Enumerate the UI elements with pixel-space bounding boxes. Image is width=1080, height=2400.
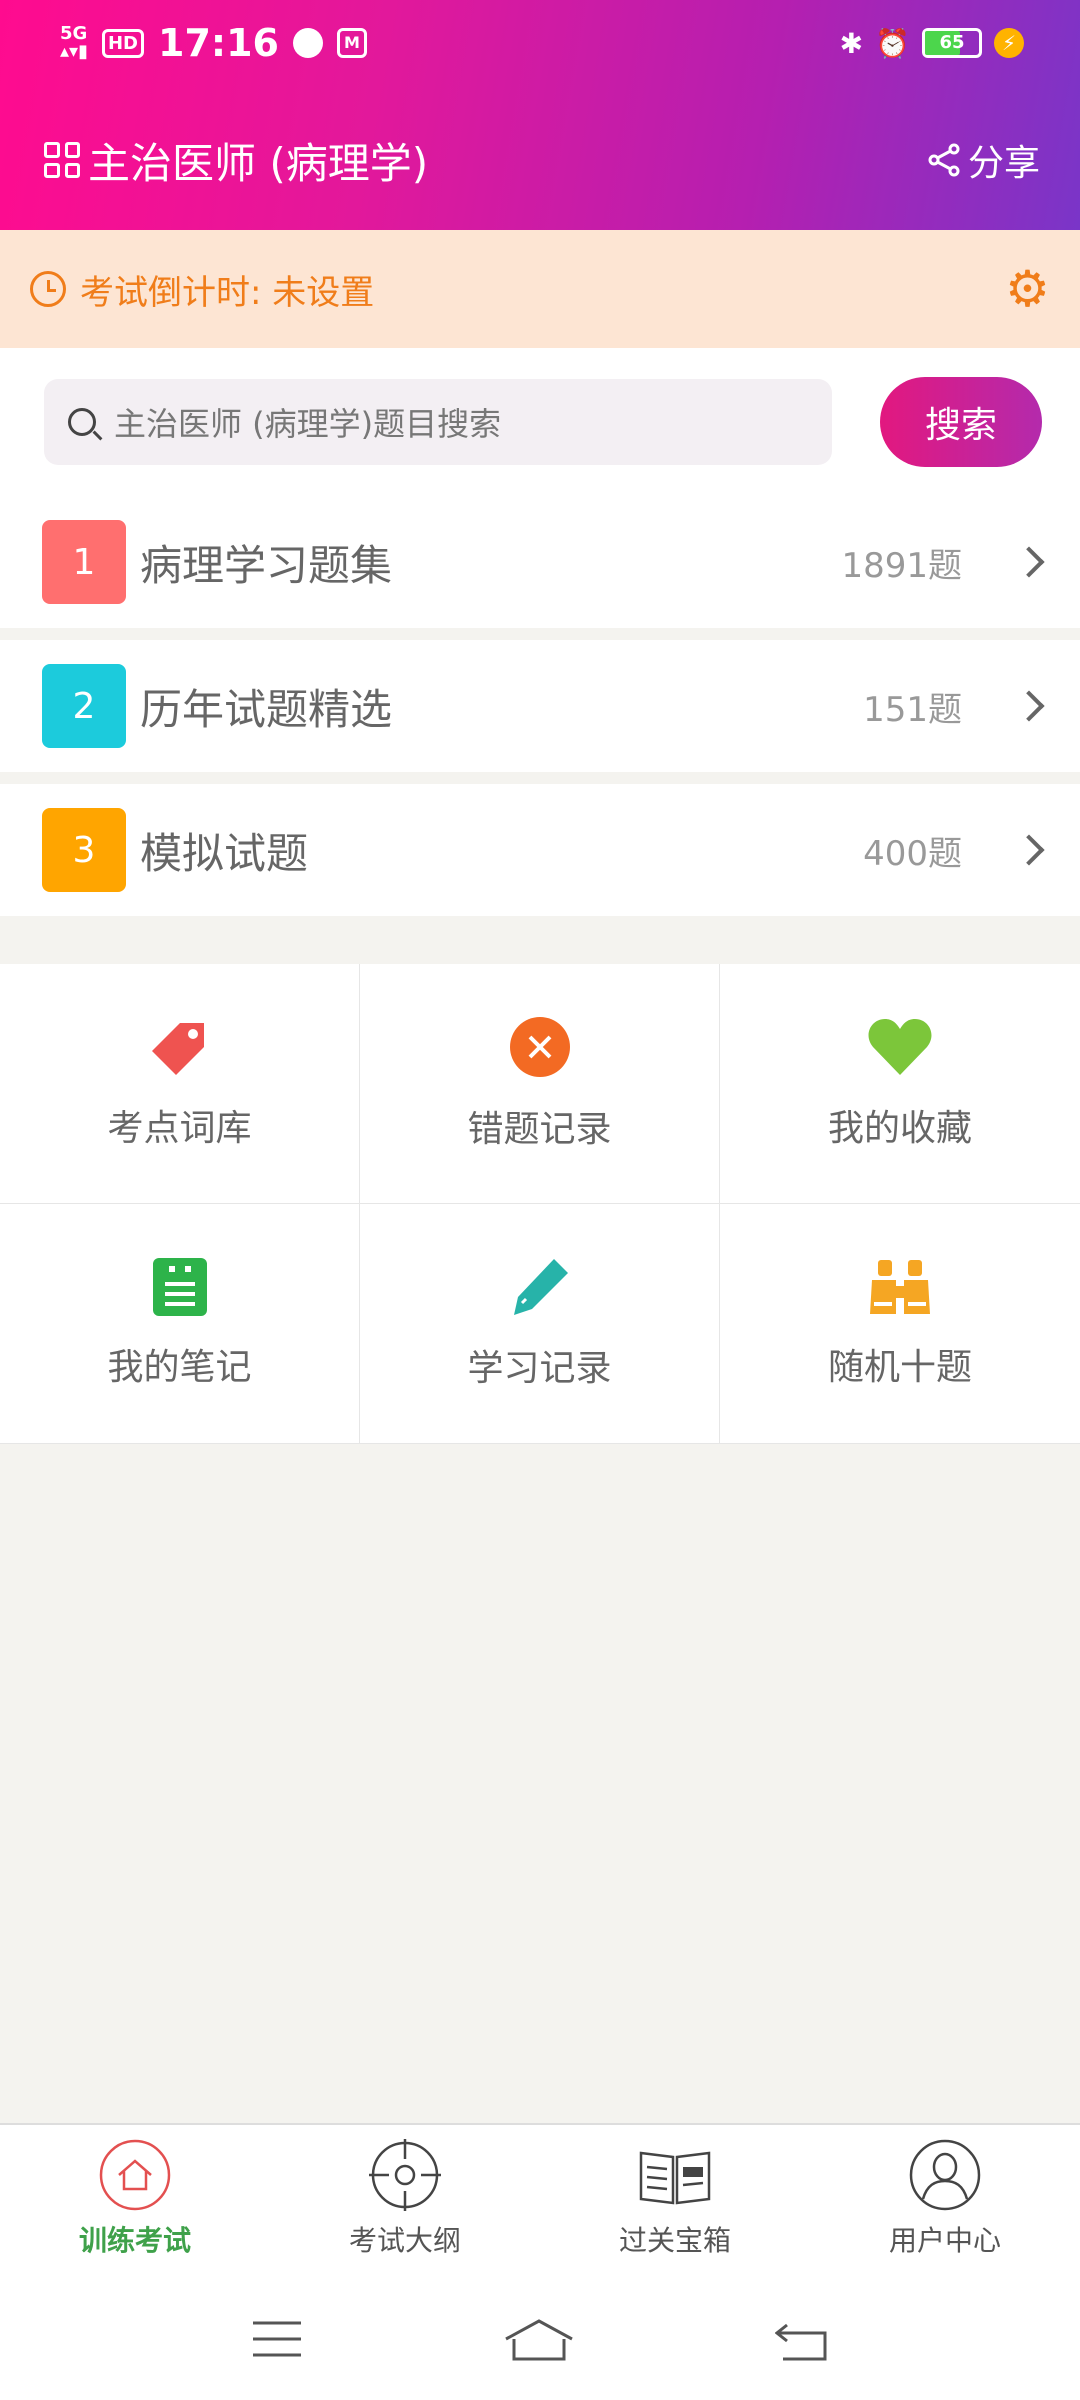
heart-icon <box>868 1018 932 1075</box>
binoculars-icon <box>870 1259 930 1314</box>
pencil-icon <box>513 1258 568 1315</box>
search-row: 主治医师 (病理学)题目搜索 搜索 <box>0 348 1080 496</box>
tools-grid: 考点词库 错题记录 我的收藏 我的笔记 学习记录 随机十题 <box>0 964 1080 1444</box>
tool-my-notes[interactable]: 我的笔记 <box>0 1204 360 1444</box>
nav-label: 考试大纲 <box>348 2224 461 2257</box>
home-icon <box>99 2139 171 2211</box>
app-header: 5G ▴▾▮ HD 17:16 M ✱ ⏰ 65 ⚡ 主治医师 (病理学) 分享 <box>0 0 1080 230</box>
tool-label: 学习记录 <box>467 1347 612 1389</box>
category-name: 历年试题精选 <box>140 684 393 734</box>
category-number-badge: 3 <box>42 808 126 892</box>
chevron-right-icon <box>1013 690 1045 722</box>
system-nav-bar <box>0 2278 1080 2400</box>
tool-label: 错题记录 <box>467 1108 612 1150</box>
app-notification-icon: M <box>336 28 367 58</box>
exam-countdown-bar[interactable]: 考试倒计时: 未设置 ⚙ <box>0 230 1080 348</box>
page-title: 主治医师 (病理学) <box>88 138 429 188</box>
countdown-text: 考试倒计时: 未设置 <box>80 272 375 313</box>
signal-icon: 5G ▴▾▮ <box>60 23 88 62</box>
category-count: 1891题 <box>841 545 962 586</box>
title-bar: 主治医师 (病理学) 分享 <box>0 110 1080 210</box>
category-item[interactable]: 1 病理学习题集 1891题 <box>0 496 1080 628</box>
nav-exam-outline[interactable]: 考试大纲 <box>270 2125 540 2278</box>
category-name: 模拟试题 <box>140 828 309 878</box>
tool-keyword-bank[interactable]: 考点词库 <box>0 964 360 1204</box>
bottom-nav: 训练考试 考试大纲 过关宝箱 用户中心 <box>0 2123 1080 2278</box>
menu-grid-icon[interactable] <box>44 142 80 178</box>
nav-user-center[interactable]: 用户中心 <box>810 2125 1080 2278</box>
search-input[interactable]: 主治医师 (病理学)题目搜索 <box>44 379 832 465</box>
share-button[interactable]: 分享 <box>928 134 1040 186</box>
search-placeholder: 主治医师 (病理学)题目搜索 <box>114 405 502 443</box>
chevron-right-icon <box>1013 834 1045 866</box>
tool-label: 随机十题 <box>827 1346 972 1388</box>
tool-study-records[interactable]: 学习记录 <box>360 1204 720 1444</box>
book-icon <box>639 2151 711 2205</box>
clock-icon <box>30 271 66 307</box>
hd-icon: HD <box>101 28 144 58</box>
tool-label: 考点词库 <box>107 1107 252 1149</box>
notification-icon <box>292 28 323 58</box>
tool-label: 我的收藏 <box>827 1107 972 1149</box>
home-nav-icon[interactable] <box>504 2317 574 2361</box>
recent-apps-icon[interactable] <box>251 2319 303 2359</box>
share-icon <box>928 143 960 177</box>
tool-favorites[interactable]: 我的收藏 <box>720 964 1080 1204</box>
category-item[interactable]: 2 历年试题精选 151题 <box>0 640 1080 772</box>
category-count: 400题 <box>863 833 962 874</box>
category-number-badge: 1 <box>42 520 126 604</box>
nav-label: 过关宝箱 <box>618 2224 731 2257</box>
category-name: 病理学习题集 <box>140 540 393 590</box>
nav-label: 用户中心 <box>888 2224 1001 2257</box>
tool-wrong-answers[interactable]: 错题记录 <box>360 964 720 1204</box>
tool-label: 我的笔记 <box>107 1346 252 1388</box>
gear-icon[interactable]: ⚙ <box>1005 260 1050 318</box>
status-bar: 5G ▴▾▮ HD 17:16 M ✱ ⏰ 65 ⚡ <box>0 0 1080 86</box>
search-button[interactable]: 搜索 <box>880 377 1042 467</box>
error-circle-icon <box>509 1016 570 1077</box>
charging-icon: ⚡ <box>994 28 1024 58</box>
nav-training-exam[interactable]: 训练考试 <box>0 2125 270 2278</box>
battery-icon: 65 <box>922 28 982 58</box>
notebook-icon <box>152 1257 207 1316</box>
user-icon <box>909 2139 981 2211</box>
chevron-right-icon <box>1013 546 1045 578</box>
bluetooth-icon: ✱ <box>839 26 864 60</box>
tool-random-ten[interactable]: 随机十题 <box>720 1204 1080 1444</box>
alarm-icon: ⏰ <box>875 26 910 60</box>
category-number-badge: 2 <box>42 664 126 748</box>
back-icon[interactable] <box>775 2317 829 2361</box>
nav-treasure-box[interactable]: 过关宝箱 <box>540 2125 810 2278</box>
search-icon <box>68 408 96 436</box>
nav-label: 训练考试 <box>78 2224 191 2257</box>
category-item[interactable]: 3 模拟试题 400题 <box>0 784 1080 916</box>
category-count: 151题 <box>863 689 962 730</box>
status-time: 17:16 <box>158 21 279 65</box>
target-icon <box>369 2139 441 2211</box>
tag-icon <box>151 1022 204 1075</box>
share-label: 分享 <box>967 143 1040 184</box>
